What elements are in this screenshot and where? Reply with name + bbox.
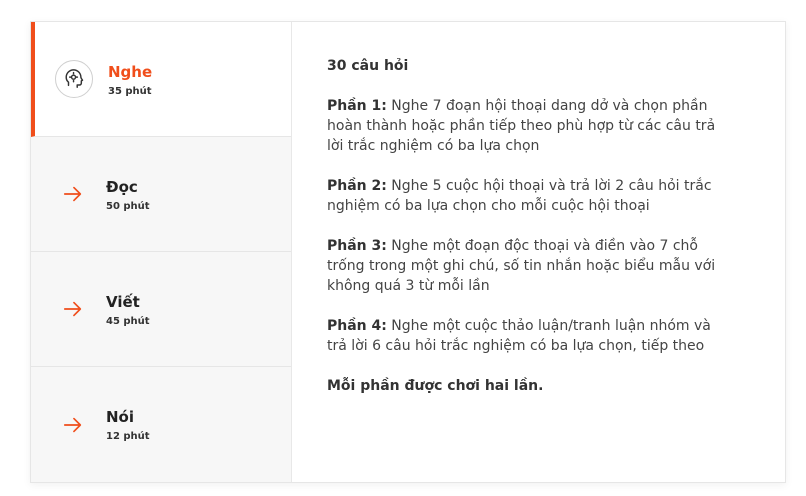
section-details: 30 câu hỏi Phần 1: Nghe 7 đoạn hội thoại… bbox=[292, 22, 785, 482]
tab-speaking[interactable]: Nói 12 phút bbox=[31, 367, 291, 482]
head-listening-icon bbox=[55, 60, 93, 98]
part-description: Phần 1: Nghe 7 đoạn hội thoại dang dở và… bbox=[327, 96, 727, 156]
section-tabs: Nghe 35 phút Đọc 50 phút Viết 45 phút Nó… bbox=[31, 22, 292, 482]
tab-title: Viết bbox=[106, 292, 140, 311]
part-description: Phần 2: Nghe 5 cuộc hội thoại và trả lời… bbox=[327, 176, 727, 216]
part-description: Phần 4: Nghe một cuộc thảo luận/tranh lu… bbox=[327, 316, 727, 356]
arrow-right-icon bbox=[55, 407, 91, 443]
tab-writing[interactable]: Viết 45 phút bbox=[31, 252, 291, 367]
tab-title: Đọc bbox=[106, 177, 138, 196]
tab-duration: 12 phút bbox=[106, 431, 150, 442]
part-description: Phần 3: Nghe một đoạn độc thoại và điền … bbox=[327, 236, 727, 296]
tab-duration: 35 phút bbox=[108, 85, 152, 97]
tab-listening[interactable]: Nghe 35 phút bbox=[31, 22, 291, 137]
tab-title: Nghe bbox=[108, 62, 153, 81]
tab-title: Nói bbox=[106, 408, 135, 426]
question-count: 30 câu hỏi bbox=[327, 58, 409, 74]
arrow-right-icon bbox=[55, 291, 91, 327]
part-label: Phần 4: bbox=[327, 318, 387, 334]
tab-reading[interactable]: Đọc 50 phút bbox=[31, 137, 291, 252]
arrow-right-icon bbox=[55, 176, 91, 212]
part-label: Phần 1: bbox=[327, 98, 387, 114]
tab-duration: 50 phút bbox=[106, 200, 150, 212]
playback-note: Mỗi phần được chơi hai lần. bbox=[327, 378, 544, 394]
tab-duration: 45 phút bbox=[106, 315, 150, 327]
part-label: Phần 3: bbox=[327, 238, 387, 254]
part-label: Phần 2: bbox=[327, 178, 387, 194]
test-section-card: Nghe 35 phút Đọc 50 phút Viết 45 phút Nó… bbox=[30, 21, 786, 483]
